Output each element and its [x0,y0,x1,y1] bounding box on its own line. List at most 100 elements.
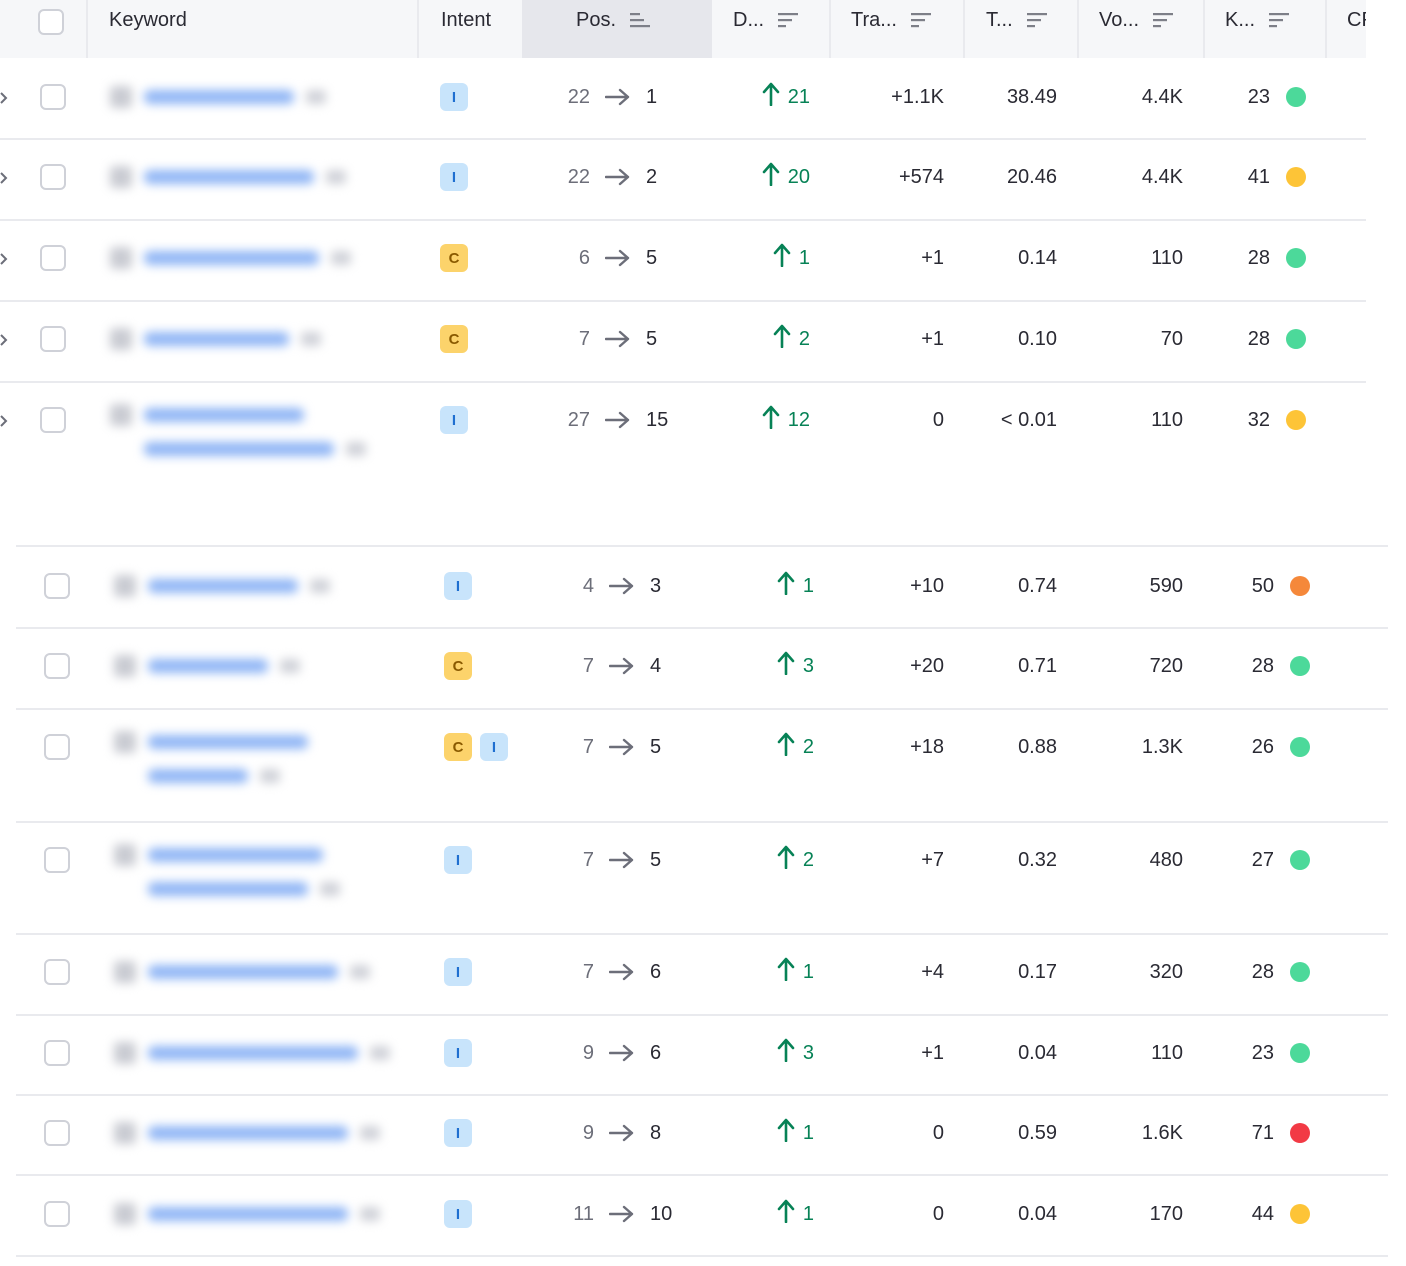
row-checkbox[interactable] [40,326,66,352]
traffic-percent-value: 0.17 [1018,960,1057,983]
header-col-divider [829,0,831,58]
row-checkbox[interactable] [44,734,70,760]
col-header-kd[interactable]: K... [1225,0,1291,40]
row-checkbox[interactable] [40,164,66,190]
select-all-checkbox[interactable] [38,9,64,35]
arrow-up-icon [777,651,795,681]
arrow-up-icon [777,1038,795,1068]
keyword-link[interactable] [110,247,351,269]
sort-ascending-icon[interactable] [630,12,652,28]
difference-value: 12 [787,408,810,431]
position-from: 7 [582,960,594,983]
row-checkbox[interactable] [40,84,66,110]
col-header-keyword[interactable]: Keyword [109,0,187,40]
row-checkbox[interactable] [44,1201,70,1227]
keyword-link[interactable] [114,1042,390,1064]
intent-badge[interactable]: C [444,733,472,761]
row-divider [16,708,1388,710]
intent-badge[interactable]: C [440,244,468,272]
intent-badge[interactable]: I [444,1119,472,1147]
traffic-percent-value: 38.49 [1006,85,1057,108]
keyword-text [148,1046,358,1060]
arrow-right-icon [605,319,631,359]
position-from: 7 [578,327,590,350]
intent-badge[interactable]: C [440,325,468,353]
row-checkbox[interactable] [44,653,70,679]
keyword-link[interactable] [114,731,374,783]
col-header-cpc[interactable]: CP [1347,0,1366,40]
chevron-right-icon[interactable] [0,252,10,265]
col-header-difference[interactable]: D... [733,0,800,40]
volume-value: 110 [1151,246,1183,269]
sort-icon[interactable] [1153,12,1175,28]
chevron-right-icon[interactable] [0,91,10,104]
col-header-intent[interactable]: Intent [441,0,491,40]
chevron-right-icon[interactable] [0,333,10,346]
row-checkbox[interactable] [44,847,70,873]
intent-badge[interactable]: I [480,733,508,761]
keyword-link[interactable] [114,1122,380,1144]
traffic-value: +1 [921,246,944,269]
row-checkbox[interactable] [44,959,70,985]
sort-icon[interactable] [1026,12,1049,28]
col-header-traffic-pct[interactable]: T... [986,0,1049,40]
row-checkbox[interactable] [40,407,66,433]
arrow-up-icon [773,243,791,273]
position-difference: 1 [704,1113,814,1153]
col-header-position-label: Pos. [576,8,617,31]
kd-value: 28 [1247,327,1270,350]
col-header-intent-label: Intent [441,8,492,31]
intent-badge[interactable]: I [444,1200,472,1228]
header-col-divider [86,0,88,58]
intent-badge[interactable]: I [440,83,468,111]
keyword-link[interactable] [114,575,330,597]
keyword-link[interactable] [114,1203,380,1225]
col-header-traffic[interactable]: Tra... [851,0,933,40]
difference-value: 2 [802,735,814,758]
intent-badge[interactable]: I [444,572,472,600]
serp-features-icon [326,170,346,184]
intent-badge[interactable]: C [444,652,472,680]
keyword-link[interactable] [110,86,326,108]
row-checkbox[interactable] [44,573,70,599]
arrow-up-icon [773,324,791,354]
chevron-right-icon[interactable] [0,171,10,184]
traffic-value: +20 [910,654,944,677]
arrow-right-icon [609,1194,635,1234]
arrow-up-icon [762,82,780,112]
sort-icon[interactable] [1269,12,1291,28]
intent-badge[interactable]: I [444,1039,472,1067]
intent-badge[interactable]: I [444,846,472,874]
intent-badge[interactable]: I [440,163,468,191]
row-checkbox[interactable] [44,1040,70,1066]
intent-badges: C [444,646,472,686]
keyword-link[interactable] [110,328,321,350]
intent-badges: C [440,319,468,359]
intent-badge[interactable]: I [444,958,472,986]
serp-features-icon [301,332,321,346]
row-checkbox[interactable] [40,245,66,271]
keyword-link[interactable] [114,961,370,983]
col-header-volume[interactable]: Vo... [1099,0,1175,40]
keyword-link[interactable] [114,844,374,896]
keyword-link[interactable] [110,166,346,188]
chevron-right-icon[interactable] [0,414,10,427]
keyword-difficulty: 71 [1218,1113,1310,1153]
col-header-position[interactable]: Pos. [576,0,652,40]
row-divider [16,1174,1388,1176]
traffic-value: +4 [921,960,944,983]
keyword-link[interactable] [114,655,300,677]
arrow-right-icon [605,238,631,278]
sort-icon[interactable] [910,12,933,28]
keyword-favicon-icon [110,328,132,350]
volume-value: 170 [1149,1202,1183,1225]
intent-badge[interactable]: I [440,406,468,434]
position-from: 6 [578,246,590,269]
traffic-value: +574 [898,165,944,188]
kd-value: 44 [1251,1202,1274,1225]
kd-indicator-dot [1290,656,1310,676]
row-checkbox[interactable] [44,1120,70,1146]
keyword-link[interactable] [110,404,370,456]
position-to: 6 [650,1041,662,1064]
sort-icon[interactable] [778,12,800,28]
